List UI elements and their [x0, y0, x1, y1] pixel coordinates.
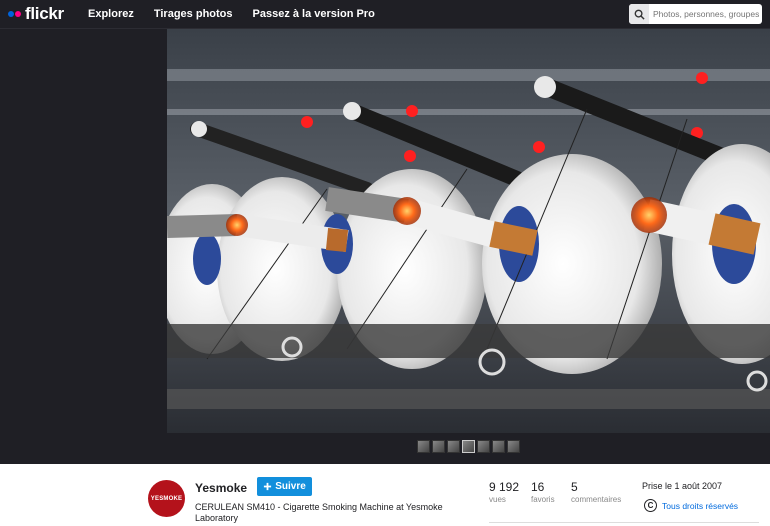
nav-upgrade-pro[interactable]: Passez à la version Pro	[253, 8, 375, 20]
nav-explore[interactable]: Explorez	[88, 8, 134, 20]
main-nav: Explorez Tirages photos Passez à la vers…	[88, 8, 375, 20]
stat-value: 5	[571, 480, 578, 494]
photo-viewer	[0, 29, 770, 464]
logo-pink-dot	[15, 11, 21, 17]
copyright-icon: C	[644, 499, 657, 512]
thumbnail[interactable]	[417, 440, 430, 453]
logo-blue-dot	[8, 11, 14, 17]
divider	[489, 522, 759, 523]
thumbnail-current[interactable]	[462, 440, 475, 453]
plus-icon	[264, 482, 272, 491]
avatar-text: YESMOKE	[150, 495, 183, 502]
date-taken: Prise le 1 août 2007	[642, 481, 723, 491]
thumbnail[interactable]	[507, 440, 520, 453]
photo-title: CERULEAN SM410 - Cigarette Smoking Machi…	[195, 502, 443, 523]
license-link[interactable]: Tous droits réservés	[662, 501, 738, 511]
follow-button[interactable]: Suivre	[257, 477, 312, 496]
stat-favorites: 16 favoris	[531, 480, 555, 504]
logo-text: flickr	[25, 4, 64, 23]
stat-label: commentaires	[571, 495, 622, 504]
main-photo[interactable]	[167, 29, 770, 433]
flickr-logo[interactable]: flickr	[8, 4, 64, 24]
stat-label: vues	[489, 495, 506, 504]
stat-views: 9 192 vues	[489, 480, 519, 504]
thumbnail[interactable]	[477, 440, 490, 453]
search-icon[interactable]	[629, 4, 649, 24]
owner-name[interactable]: Yesmoke	[195, 481, 247, 495]
thumbnail[interactable]	[492, 440, 505, 453]
follow-label: Suivre	[275, 481, 306, 492]
nav-prints[interactable]: Tirages photos	[154, 8, 233, 20]
stat-value: 16	[531, 480, 545, 494]
search-box	[629, 4, 762, 24]
thumbnail[interactable]	[432, 440, 445, 453]
top-navigation-bar: flickr Explorez Tirages photos Passez à …	[0, 0, 770, 29]
photo-info-panel: YESMOKE Yesmoke Suivre CERULEAN SM410 - …	[0, 464, 770, 526]
license-info: C Tous droits réservés	[644, 499, 738, 512]
photo-thumbnail-strip	[417, 440, 520, 453]
stat-comments: 5 commentaires	[571, 480, 621, 504]
thumbnail[interactable]	[447, 440, 460, 453]
stat-label: favoris	[531, 495, 555, 504]
owner-avatar[interactable]: YESMOKE	[148, 480, 185, 517]
search-input[interactable]	[649, 9, 759, 19]
stat-value: 9 192	[489, 480, 520, 494]
